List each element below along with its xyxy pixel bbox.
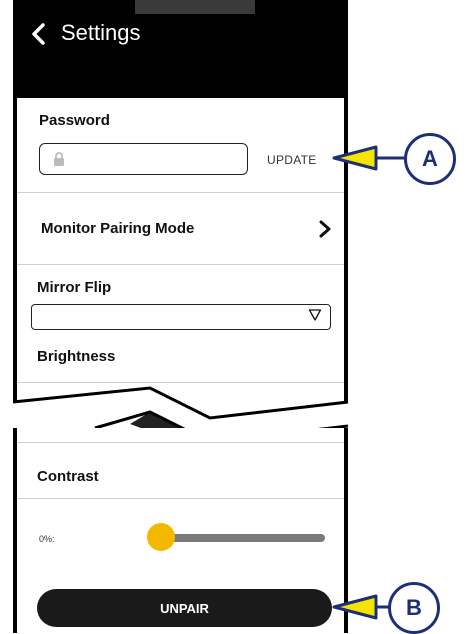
- contrast-slider-track[interactable]: [157, 534, 325, 542]
- divider: [17, 192, 344, 193]
- phone-frame-bottom: Contrast 0%: UNPAIR: [13, 428, 348, 633]
- mirror-flip-label: Mirror Flip: [37, 279, 112, 296]
- contrast-label: Contrast: [37, 468, 99, 485]
- divider: [17, 498, 344, 499]
- contrast-slider-thumb[interactable]: [147, 523, 175, 551]
- chevron-right-icon[interactable]: [318, 220, 332, 238]
- callout-a-label: A: [404, 133, 456, 185]
- chevron-left-icon[interactable]: [29, 22, 49, 46]
- divider: [17, 264, 344, 265]
- triangle-down-icon: [308, 308, 322, 322]
- settings-panel-bottom: Contrast 0%: UNPAIR: [17, 428, 344, 633]
- callout-b-arrow: [332, 594, 392, 620]
- device-notch: [133, 0, 257, 16]
- callout-b-label: B: [388, 582, 440, 634]
- contrast-value-label: 0%:: [39, 534, 55, 544]
- phone-frame-top: Settings Password UPDATE Monitor Pairing…: [13, 0, 348, 402]
- password-input[interactable]: [39, 143, 248, 175]
- lock-icon: [53, 152, 65, 166]
- brightness-label: Brightness: [37, 348, 116, 365]
- update-button[interactable]: UPDATE: [267, 153, 317, 167]
- divider: [17, 442, 344, 443]
- monitor-pairing-label[interactable]: Monitor Pairing Mode: [41, 220, 194, 237]
- settings-panel-top: Password UPDATE Monitor Pairing Mode Mir…: [17, 98, 344, 402]
- callout-a-arrow: [332, 145, 410, 171]
- password-label: Password: [39, 112, 110, 129]
- unpair-button[interactable]: UNPAIR: [37, 589, 332, 627]
- mirror-flip-select[interactable]: [31, 304, 331, 330]
- page-title: Settings: [61, 20, 141, 45]
